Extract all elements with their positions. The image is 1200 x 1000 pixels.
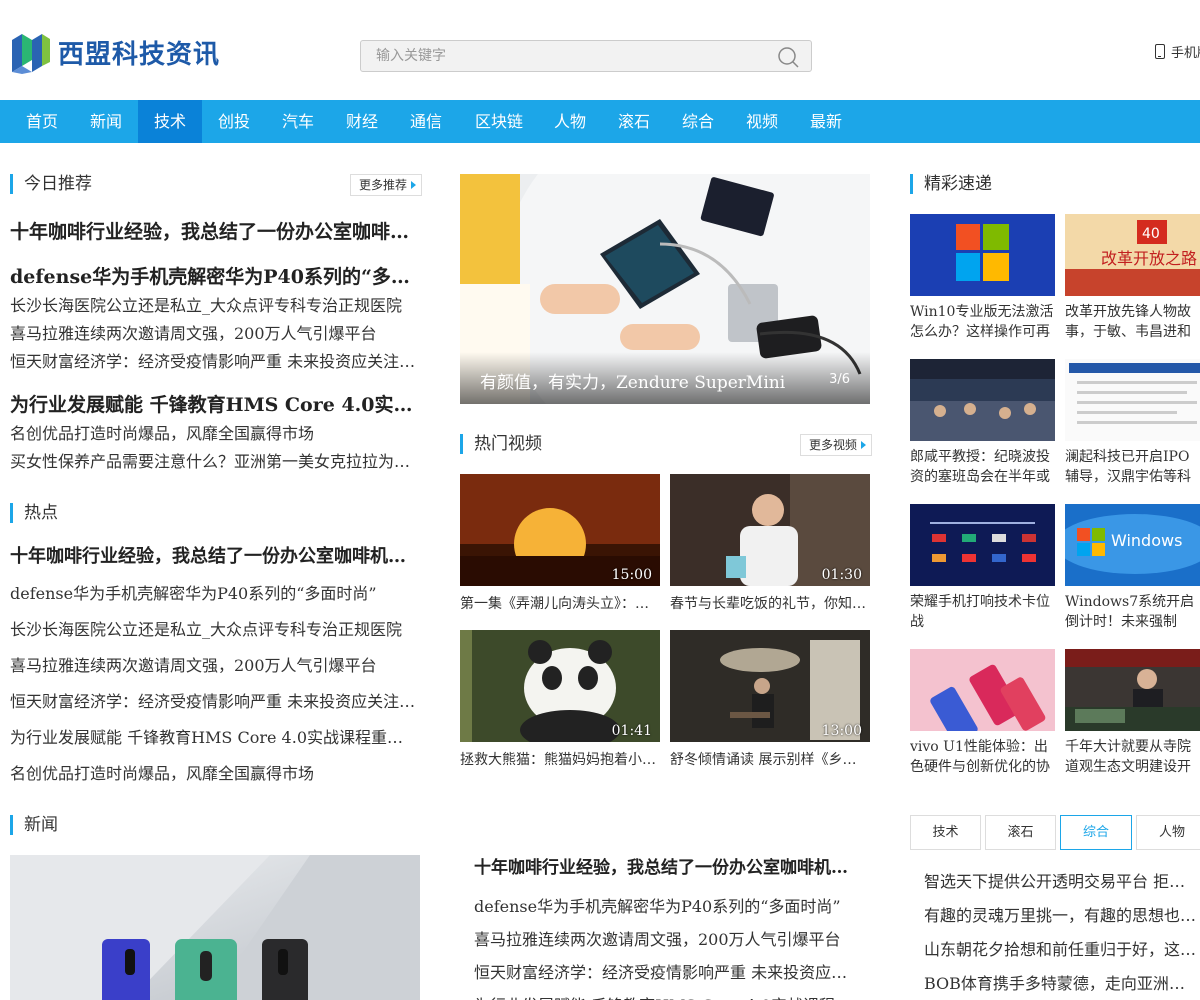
nav-item-general[interactable]: 综合 xyxy=(668,100,728,143)
reform-thumb-badge: 40 xyxy=(1142,226,1160,242)
nav-item-auto[interactable]: 汽车 xyxy=(268,100,328,143)
nav-item-finance[interactable]: 财经 xyxy=(332,100,392,143)
article-link[interactable]: 十年咖啡行业经验，我总结了一份办公室咖啡机选购指南 xyxy=(474,853,858,878)
search-icon[interactable] xyxy=(777,46,799,68)
article-link[interactable]: 有趣的灵魂万里挑一，有趣的思想也是如此 xyxy=(924,902,1200,926)
search-box xyxy=(360,40,812,72)
quick-caption[interactable]: 千年大计就要从寺院道观生态文明建设开始 xyxy=(1065,737,1200,777)
quick-caption[interactable]: 改革开放先锋人物故事，于敏、韦昌进和小岗村 xyxy=(1065,302,1200,342)
tab-tech[interactable]: 技术 xyxy=(910,815,981,850)
nav-item-venture[interactable]: 创投 xyxy=(204,100,264,143)
slider-page-indicator: 3/6 xyxy=(829,372,850,387)
hot-item[interactable]: 恒天财富经济学：经济受疫情影响严重 未来投资应关注哪些方向 xyxy=(10,688,418,712)
video-duration: 01:30 xyxy=(821,567,862,583)
mobile-version-label: 手机版 xyxy=(1171,46,1200,61)
hot-item[interactable]: defense华为手机壳解密华为P40系列的“多面时尚” xyxy=(10,580,418,604)
quick-thumbnail[interactable] xyxy=(910,504,1055,586)
section-title-news: 新闻 xyxy=(10,815,58,835)
hot-item[interactable]: 喜马拉雅连续两次邀请周文强，200万人气引爆平台 xyxy=(10,652,418,676)
today-headline[interactable]: 十年咖啡行业经验，我总结了一份办公室咖啡机选购指南 xyxy=(10,217,418,244)
quick-caption[interactable]: vivo U1性能体验：出色硬件与创新优化的协调 xyxy=(910,737,1055,777)
nav-item-rolling[interactable]: 滚石 xyxy=(604,100,664,143)
nav-item-video[interactable]: 视频 xyxy=(732,100,792,143)
tab-general[interactable]: 综合 xyxy=(1060,815,1132,850)
video-caption[interactable]: 第一集《弄潮儿向涛头立》：聚焦改革开放 xyxy=(460,593,658,613)
article-link[interactable]: 恒天财富经济学：经济受疫情影响严重 未来投资应关注哪些方向 xyxy=(474,959,858,983)
today-item[interactable]: 名创优品打造时尚爆品，风靡全国赢得市场 xyxy=(10,420,418,444)
mobile-version-link[interactable]: 手机版 xyxy=(1155,42,1200,61)
more-videos-button[interactable]: 更多视频 xyxy=(800,434,873,456)
article-link[interactable]: BOB体育携手多特蒙德，走向亚洲市场新征程 xyxy=(924,970,1200,994)
quick-caption[interactable]: Windows7系统开启倒计时！未来强制 xyxy=(1065,592,1200,632)
section-title-quick: 精彩速递 xyxy=(910,174,992,194)
quick-thumbnail[interactable]: Windows xyxy=(1065,504,1200,586)
quick-thumbnail[interactable] xyxy=(910,214,1055,296)
nav-item-blockchain[interactable]: 区块链 xyxy=(464,100,534,143)
article-link[interactable]: 山东朝花夕拾想和前任重归于好，这样做 xyxy=(924,936,1200,960)
video-caption[interactable]: 拯救大熊猫：熊猫妈妈抱着小熊猫 xyxy=(460,749,658,769)
quick-caption[interactable]: 澜起科技已开启IPO辅导，汉鼎宇佑等科创板 xyxy=(1065,447,1200,487)
hot-item[interactable]: 为行业发展赋能 千锋教育HMS Core 4.0实战课程重磅上线 xyxy=(10,724,418,748)
today-item[interactable]: 长沙长海医院公立还是私立_大众点评专科专治正规医院 xyxy=(10,292,418,316)
video-thumbnail[interactable]: 13:00 xyxy=(670,630,870,742)
search-input[interactable] xyxy=(361,41,761,71)
quick-thumbnail[interactable]: 改革开放之路 40 xyxy=(1065,214,1200,296)
hot-item[interactable]: 长沙长海医院公立还是私立_大众点评专科专治正规医院 xyxy=(10,616,418,640)
today-headline[interactable]: defense华为手机壳解密华为P40系列的“多面时尚” xyxy=(10,262,418,289)
quick-caption[interactable]: 荣耀手机打响技术卡位战 xyxy=(910,592,1055,632)
windows-thumb-logo: Windows xyxy=(1111,531,1182,550)
news-feature-image[interactable] xyxy=(10,855,420,1000)
nav-item-news[interactable]: 新闻 xyxy=(76,100,136,143)
quick-thumbnail[interactable] xyxy=(1065,359,1200,441)
video-thumbnail[interactable]: 01:30 xyxy=(670,474,870,586)
video-duration: 01:41 xyxy=(611,723,652,739)
video-thumbnail[interactable]: 15:00 xyxy=(460,474,660,586)
article-link[interactable]: 智选天下提供公开透明交易平台 拒绝暗箱操作 xyxy=(924,868,1200,892)
main-nav: 首页 新闻 技术 创投 汽车 财经 通信 区块链 人物 滚石 综合 视频 最新 xyxy=(0,100,1200,143)
slider-caption[interactable]: 有颜值，有实力，Zendure SuperMini xyxy=(480,368,785,393)
nav-item-people[interactable]: 人物 xyxy=(540,100,600,143)
today-item[interactable]: 恒天财富经济学：经济受疫情影响严重 未来投资应关注哪些方向 xyxy=(10,348,418,372)
more-recommend-button[interactable]: 更多推荐 xyxy=(350,174,423,196)
video-duration: 15:00 xyxy=(611,567,652,583)
nav-item-home[interactable]: 首页 xyxy=(12,100,72,143)
nav-item-telecom[interactable]: 通信 xyxy=(396,100,456,143)
tab-rolling[interactable]: 滚石 xyxy=(985,815,1056,850)
quick-caption[interactable]: Win10专业版无法激活怎么办？这样操作可再激活 xyxy=(910,302,1055,342)
quick-thumbnail[interactable] xyxy=(910,359,1055,441)
video-caption[interactable]: 春节与长辈吃饭的礼节，你知道吗 xyxy=(670,593,868,613)
today-item[interactable]: 买女性保养产品需要注意什么？亚洲第一美女克拉拉为你解答 xyxy=(10,448,418,472)
hot-headline[interactable]: 十年咖啡行业经验，我总结了一份办公室咖啡机选购指南 xyxy=(10,542,418,568)
video-duration: 13:00 xyxy=(821,723,862,739)
quick-thumbnail[interactable] xyxy=(1065,649,1200,731)
article-link[interactable]: defense华为手机壳解密华为P40系列的“多面时尚” xyxy=(474,893,858,917)
article-link[interactable]: 为行业发展赋能 千锋教育HMS Core 4.0实战课程重磅上线 xyxy=(474,992,858,1000)
today-item[interactable]: 喜马拉雅连续两次邀请周文强，200万人气引爆平台 xyxy=(10,320,418,344)
section-title-videos: 热门视频 xyxy=(460,434,542,454)
quick-caption[interactable]: 郎咸平教授：纪晓波投资的塞班岛会在半年或一年内 xyxy=(910,447,1055,487)
feature-slider[interactable]: 有颜值，有实力，Zendure SuperMini 3/6 xyxy=(460,174,870,404)
hot-item[interactable]: 名创优品打造时尚爆品，风靡全国赢得市场 xyxy=(10,760,418,784)
nav-item-tech[interactable]: 技术 xyxy=(138,100,202,143)
video-thumbnail[interactable]: 01:41 xyxy=(460,630,660,742)
reform-thumb-title: 改革开放之路 xyxy=(1101,249,1197,268)
tab-people[interactable]: 人物 xyxy=(1136,815,1200,850)
quick-thumbnail[interactable] xyxy=(910,649,1055,731)
section-title-hot: 热点 xyxy=(10,503,58,523)
site-logo-text[interactable]: 西盟科技资讯 xyxy=(58,34,220,71)
phone-icon xyxy=(1155,44,1165,59)
today-headline[interactable]: 为行业发展赋能 千锋教育HMS Core 4.0实战课程重磅上线 xyxy=(10,390,418,417)
video-caption[interactable]: 舒冬倾情诵读 展示别样《乡愁》 xyxy=(670,749,868,769)
section-title-today: 今日推荐 xyxy=(10,174,92,194)
article-link[interactable]: 喜马拉雅连续两次邀请周文强，200万人气引爆平台 xyxy=(474,926,858,950)
nav-item-latest[interactable]: 最新 xyxy=(796,100,856,143)
site-logo-icon[interactable] xyxy=(10,30,52,74)
